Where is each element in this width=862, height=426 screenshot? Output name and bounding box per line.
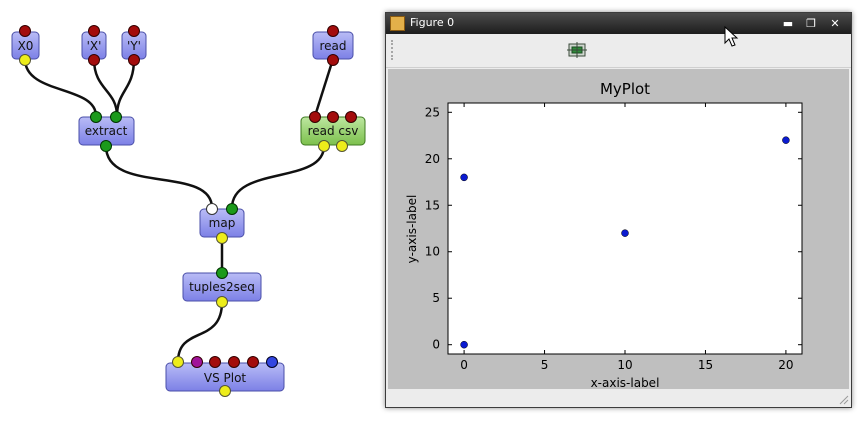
node-vs-plot[interactable]: VS Plot <box>165 356 285 397</box>
node-tuples2seq-label: tuples2seq <box>189 280 255 294</box>
node-map[interactable]: map <box>199 203 245 244</box>
port-output[interactable] <box>318 140 330 152</box>
mouse-cursor-icon <box>724 26 739 47</box>
x-tick-label: 0 <box>460 358 468 372</box>
x-axis-label: x-axis-label <box>591 376 660 389</box>
chart-title: MyPlot <box>600 80 650 98</box>
node-map-label: map <box>209 216 236 230</box>
wire-extract-map <box>104 145 214 209</box>
node-read-csv[interactable]: read csv <box>300 111 366 152</box>
port-output[interactable] <box>128 54 140 66</box>
wire-readcsv-map <box>230 145 326 209</box>
wire-y-extract <box>115 58 136 117</box>
title-bar[interactable]: Figure 0 ▬ ❐ ✕ <box>386 13 851 34</box>
y-tick-label: 0 <box>432 338 440 352</box>
y-tick-label: 10 <box>425 245 440 259</box>
y-tick-label: 5 <box>432 291 440 305</box>
node-tuples2seq[interactable]: tuples2seq <box>182 267 262 308</box>
node-read[interactable]: read <box>312 25 354 66</box>
port-input[interactable] <box>209 356 221 368</box>
node-vs-plot-label: VS Plot <box>204 371 247 385</box>
port-input[interactable] <box>327 111 339 123</box>
x-tick-label: 15 <box>698 358 713 372</box>
port-input[interactable] <box>19 25 31 37</box>
port-output[interactable] <box>336 140 348 152</box>
port-output[interactable] <box>19 54 31 66</box>
y-tick-label: 20 <box>425 152 440 166</box>
y-tick-label: 15 <box>425 198 440 212</box>
port-input[interactable] <box>191 356 203 368</box>
node-x-literal[interactable]: 'X' <box>81 25 107 66</box>
port-output[interactable] <box>216 296 228 308</box>
port-input[interactable] <box>88 25 100 37</box>
wire-tuples2seq-vsplot <box>176 301 224 363</box>
wire-x-extract <box>92 58 119 117</box>
data-point <box>621 229 629 237</box>
port-output[interactable] <box>100 140 112 152</box>
configure-icon[interactable] <box>567 41 587 59</box>
port-input[interactable] <box>345 111 357 123</box>
node-read-csv-label: read csv <box>308 124 359 138</box>
y-tick-label: 25 <box>425 105 440 119</box>
node-y-literal-label: 'Y' <box>127 39 141 53</box>
wire-x0-extract <box>23 58 98 117</box>
x-tick-label: 10 <box>617 358 632 372</box>
app-icon <box>390 16 405 31</box>
y-axis-label: y-axis-label <box>405 195 419 264</box>
node-y-literal[interactable]: 'Y' <box>121 25 147 66</box>
close-button[interactable]: ✕ <box>824 14 846 33</box>
data-point <box>460 173 468 182</box>
toolbar-grip[interactable] <box>391 40 396 60</box>
toolbar <box>386 34 851 68</box>
node-graph-canvas[interactable]: X0 'X' 'Y' read extract read csv map tup… <box>0 0 385 426</box>
resize-grip-icon[interactable] <box>837 393 849 405</box>
data-point <box>460 340 468 349</box>
maximize-button[interactable]: ❐ <box>800 14 822 33</box>
node-x0[interactable]: X0 <box>11 25 40 66</box>
x-tick-label: 20 <box>778 358 793 372</box>
port-input[interactable] <box>110 111 122 123</box>
port-input[interactable] <box>309 111 321 123</box>
port-input[interactable] <box>90 111 102 123</box>
port-output[interactable] <box>88 54 100 66</box>
wires <box>23 58 335 363</box>
port-input[interactable] <box>247 356 259 368</box>
x-tick-label: 5 <box>541 358 549 372</box>
window-title: Figure 0 <box>410 16 455 29</box>
figure-window: Figure 0 ▬ ❐ ✕ MyPlot x-axis-label y-axi… <box>385 12 852 408</box>
wire-read-readcsv <box>313 58 335 117</box>
port-input[interactable] <box>228 356 240 368</box>
node-extract-label: extract <box>85 124 128 138</box>
status-bar <box>386 391 851 407</box>
node-x-literal-label: 'X' <box>87 39 102 53</box>
minimize-button[interactable]: ▬ <box>777 14 799 33</box>
port-input[interactable] <box>327 25 339 37</box>
port-output[interactable] <box>219 385 231 397</box>
axes-frame <box>447 102 803 355</box>
port-output[interactable] <box>216 232 228 244</box>
node-read-label: read <box>319 39 346 53</box>
port-input[interactable] <box>266 356 278 368</box>
data-point <box>782 136 790 144</box>
scatter-chart: MyPlot x-axis-label y-axis-label 0 5 10 15 2… <box>405 80 803 390</box>
node-x0-label: X0 <box>18 39 34 53</box>
port-output[interactable] <box>327 54 339 66</box>
port-input[interactable] <box>172 356 184 368</box>
port-input[interactable] <box>216 267 228 279</box>
port-input[interactable] <box>128 25 140 37</box>
node-extract[interactable]: extract <box>78 111 135 152</box>
port-input[interactable] <box>206 203 218 215</box>
plot-area: MyPlot x-axis-label y-axis-label 0 5 10 15 2… <box>388 69 849 390</box>
port-input[interactable] <box>226 203 238 215</box>
